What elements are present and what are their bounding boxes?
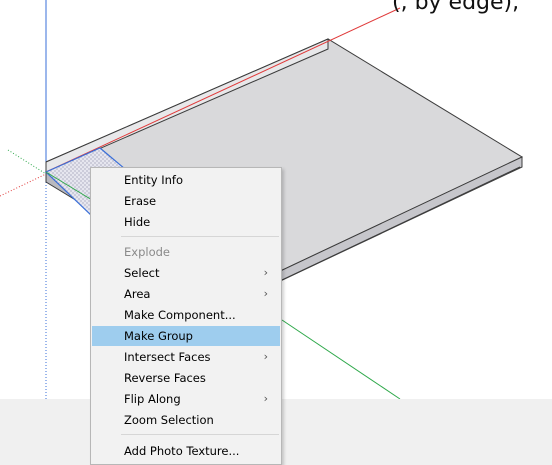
menu-item-entity-info[interactable]: Entity Info [92, 170, 280, 190]
menu-item-label: Hide [124, 215, 151, 229]
menu-item-label: Erase [124, 194, 157, 208]
menu-separator [121, 236, 279, 237]
red-axis-negative [0, 173, 47, 197]
menu-item-zoom-selection[interactable]: Zoom Selection [92, 410, 280, 430]
chevron-right-icon: › [263, 350, 268, 363]
sketchup-viewport[interactable]: (, by edge), Entity Info Erase Hide Expl… [0, 0, 552, 465]
green-axis-negative [7, 149, 47, 175]
menu-item-make-component[interactable]: Make Component... [92, 305, 280, 325]
menu-item-flip-along[interactable]: Flip Along › [92, 389, 280, 409]
menu-item-label: Area [124, 287, 151, 301]
menu-item-label: Flip Along [124, 392, 181, 406]
menu-item-area[interactable]: Area › [92, 284, 280, 304]
menu-item-intersect-faces[interactable]: Intersect Faces › [92, 347, 280, 367]
menu-item-label: Select [124, 266, 160, 280]
menu-item-label: Intersect Faces [124, 350, 211, 364]
menu-item-label: Explode [124, 245, 170, 259]
menu-item-reverse-faces[interactable]: Reverse Faces [92, 368, 280, 388]
context-menu: Entity Info Erase Hide Explode Select › … [90, 167, 282, 465]
menu-item-label: Make Component... [124, 308, 236, 322]
menu-item-label: Zoom Selection [124, 413, 214, 427]
menu-item-explode[interactable]: Explode [92, 242, 280, 262]
menu-item-erase[interactable]: Erase [92, 191, 280, 211]
chevron-right-icon: › [263, 287, 268, 300]
menu-item-make-group[interactable]: Make Group [92, 326, 280, 346]
chevron-right-icon: › [263, 266, 268, 279]
menu-item-label: Entity Info [124, 173, 183, 187]
menu-item-add-photo-texture[interactable]: Add Photo Texture... [92, 441, 280, 461]
green-axis-extended [281, 319, 401, 400]
menu-item-label: Make Group [124, 329, 193, 343]
menu-item-label: Add Photo Texture... [124, 444, 240, 458]
menu-item-hide[interactable]: Hide [92, 212, 280, 232]
chevron-right-icon: › [263, 392, 268, 405]
menu-item-label: Reverse Faces [124, 371, 206, 385]
menu-item-select[interactable]: Select › [92, 263, 280, 283]
menu-separator [121, 434, 279, 435]
top-cutoff-text: (, by edge), [392, 0, 520, 15]
